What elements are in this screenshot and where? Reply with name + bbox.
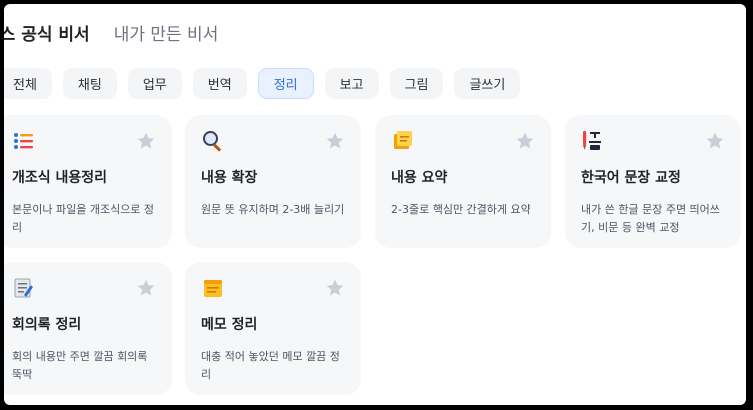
list-icon xyxy=(14,133,33,149)
sticky-note-icon xyxy=(394,131,412,149)
card-description: 원문 뜻 유지하며 2-3배 늘리기 xyxy=(201,203,345,216)
header-tabs: 닉스 공식 비서 내가 만든 비서 xyxy=(4,12,218,52)
card-content-expand[interactable]: 내용 확장 원문 뜻 유지하며 2-3배 늘리기 xyxy=(185,115,361,248)
card-description: 내가 쓴 한글 문장 주면 띄어쓰기, 비문 등 완벽 교정 xyxy=(581,203,720,234)
chip-translate[interactable]: 번역 xyxy=(192,68,247,99)
note-icon xyxy=(204,280,222,297)
star-icon[interactable] xyxy=(515,131,535,151)
correction-icon xyxy=(583,131,601,150)
card-description: 회의 내용만 주면 깔끔 회의록 뚝딱 xyxy=(12,350,148,381)
assistant-panel: 닉스 공식 비서 내가 만든 비서 전체 채팅 업무 번역 정리 보고 그림 글… xyxy=(4,4,746,405)
chip-drawing[interactable]: 그림 xyxy=(389,68,444,99)
card-memo-organize[interactable]: 메모 정리 대충 적어 놓았던 메모 깔끔 정리 xyxy=(185,262,361,395)
card-korean-correction[interactable]: 한국어 문장 교정 내가 쓴 한글 문장 주면 띄어쓰기, 비문 등 완벽 교정 xyxy=(565,115,741,248)
card-title: 개조식 내용정리 xyxy=(12,170,108,186)
star-icon[interactable] xyxy=(325,131,345,151)
star-icon[interactable] xyxy=(325,278,345,298)
card-bullet-summary[interactable]: 개조식 내용정리 본문이나 파일을 개조식으로 정리 xyxy=(4,115,172,248)
magnifier-icon xyxy=(203,131,221,152)
chip-report[interactable]: 보고 xyxy=(324,68,379,99)
tab-official-assistants[interactable]: 닉스 공식 비서 xyxy=(4,20,90,45)
chip-organize[interactable]: 정리 xyxy=(257,68,314,99)
chip-writing[interactable]: 글쓰기 xyxy=(454,68,521,99)
memo-icon xyxy=(14,278,33,298)
card-title: 메모 정리 xyxy=(201,317,258,333)
card-title: 한국어 문장 교정 xyxy=(581,170,681,186)
star-icon[interactable] xyxy=(136,131,156,151)
chip-all[interactable]: 전체 xyxy=(4,68,52,99)
card-description: 본문이나 파일을 개조식으로 정리 xyxy=(12,203,155,234)
card-title: 내용 요약 xyxy=(391,170,448,186)
card-description: 대충 적어 놓았던 메모 깔끔 정리 xyxy=(201,350,340,381)
chip-work[interactable]: 업무 xyxy=(127,68,182,99)
card-meeting-minutes[interactable]: 회의록 정리 회의 내용만 주면 깔끔 회의록 뚝딱 xyxy=(4,262,172,395)
category-chips: 전체 채팅 업무 번역 정리 보고 그림 글쓰기 xyxy=(4,68,521,99)
card-content-summary[interactable]: 내용 요약 2-3줄로 핵심만 간결하게 요약 xyxy=(375,115,551,248)
chip-chat[interactable]: 채팅 xyxy=(62,68,117,99)
star-icon[interactable] xyxy=(705,131,725,151)
star-icon[interactable] xyxy=(136,278,156,298)
card-title: 내용 확장 xyxy=(201,170,258,186)
tab-my-assistants[interactable]: 내가 만든 비서 xyxy=(114,20,219,45)
card-description: 2-3줄로 핵심만 간결하게 요약 xyxy=(391,203,531,216)
card-title: 회의록 정리 xyxy=(12,317,82,333)
